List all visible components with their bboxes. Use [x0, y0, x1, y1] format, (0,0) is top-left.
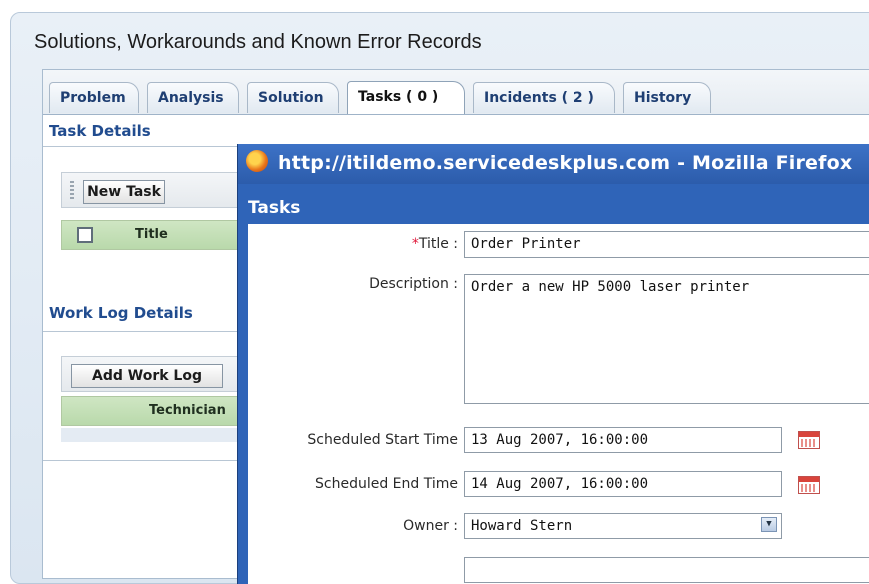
tab-problem[interactable]: Problem: [49, 82, 139, 113]
task-details-title: Task Details: [49, 122, 151, 140]
tab-incidents[interactable]: Incidents ( 2 ): [473, 82, 615, 113]
tab-solution[interactable]: Solution: [247, 82, 339, 113]
tab-history[interactable]: History: [623, 82, 711, 113]
tasks-popup-window: http://itildemo.servicedeskplus.com - Mo…: [237, 144, 869, 584]
popup-window-title: http://itildemo.servicedeskplus.com - Mo…: [278, 152, 853, 174]
description-textarea[interactable]: Order a new HP 5000 laser printer: [464, 274, 869, 404]
owner-label: Owner :: [403, 518, 458, 534]
owner-select[interactable]: Howard Stern ▼: [464, 513, 782, 539]
grip-handle-icon: [70, 181, 74, 199]
work-log-empty-row: [61, 428, 241, 442]
add-work-log-button[interactable]: Add Work Log: [71, 364, 223, 388]
additional-field[interactable]: [464, 557, 869, 583]
title-input[interactable]: Order Printer: [464, 231, 869, 258]
chevron-down-icon[interactable]: ▼: [761, 517, 777, 532]
popup-header: Tasks: [248, 198, 301, 218]
tab-analysis[interactable]: Analysis: [147, 82, 239, 113]
scheduled-start-input[interactable]: 13 Aug 2007, 16:00:00: [464, 427, 782, 453]
select-all-checkbox[interactable]: [77, 227, 93, 243]
scheduled-end-label: Scheduled End Time: [315, 476, 458, 492]
owner-select-value: Howard Stern: [471, 518, 573, 534]
tab-bar: Problem Analysis Solution Tasks ( 0 ) In…: [43, 70, 869, 115]
work-log-details-title: Work Log Details: [49, 304, 193, 322]
title-label-text: Title :: [418, 236, 458, 252]
title-label: *Title :: [248, 236, 458, 252]
task-form: *Title : Order Printer Description : Ord…: [248, 224, 869, 584]
calendar-icon[interactable]: [798, 476, 820, 494]
page-title: Solutions, Workarounds and Known Error R…: [34, 31, 482, 53]
calendar-icon[interactable]: [798, 431, 820, 449]
popup-titlebar[interactable]: http://itildemo.servicedeskplus.com - Mo…: [238, 144, 869, 184]
scheduled-end-input[interactable]: 14 Aug 2007, 16:00:00: [464, 471, 782, 497]
description-label: Description :: [369, 276, 458, 292]
work-log-column-technician: Technician: [149, 403, 226, 418]
required-marker: *: [411, 236, 419, 252]
new-task-button[interactable]: New Task: [83, 180, 165, 204]
task-column-title: Title: [135, 227, 168, 242]
scheduled-start-label: Scheduled Start Time: [307, 432, 458, 448]
tab-tasks[interactable]: Tasks ( 0 ): [347, 81, 465, 114]
firefox-icon: [246, 150, 268, 172]
